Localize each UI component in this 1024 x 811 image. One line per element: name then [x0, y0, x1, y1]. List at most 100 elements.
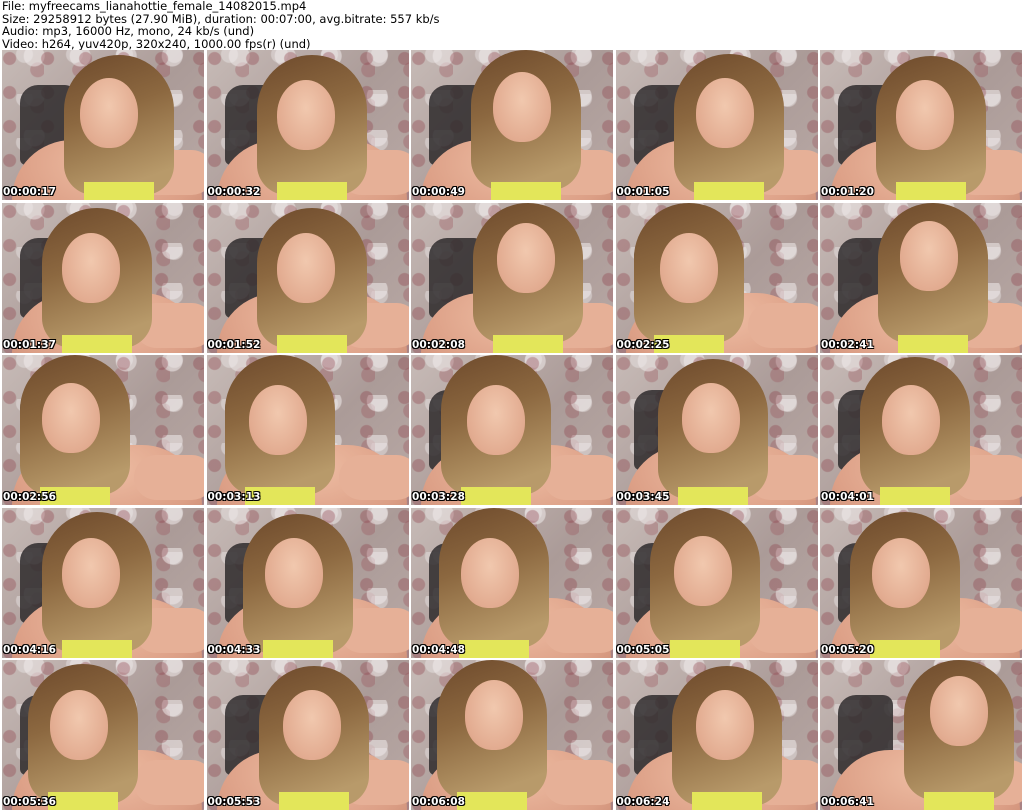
frame-timestamp: 00:06:08	[412, 796, 466, 808]
person-knee	[747, 302, 818, 348]
person-face	[80, 78, 138, 148]
yellow-top	[48, 792, 118, 810]
file-name-line: File: myfreecams_lianahottie_female_1408…	[2, 0, 307, 13]
person-face	[42, 383, 100, 453]
video-frame-thumbnail: 00:01:37	[2, 202, 204, 353]
frame-timestamp: 00:02:08	[412, 338, 466, 351]
person-knee	[543, 607, 613, 653]
yellow-top	[898, 334, 968, 353]
person-face	[930, 676, 988, 746]
video-frame-thumbnail: 00:06:24	[615, 660, 818, 810]
frame-timestamp: 00:00:17	[3, 186, 57, 198]
video-frame-thumbnail: 00:04:01	[820, 355, 1022, 505]
file-info-header: File: myfreecams_lianahottie_female_1408…	[2, 0, 1022, 50]
person-face	[50, 690, 108, 760]
yellow-top	[461, 487, 531, 505]
person-face	[900, 220, 958, 291]
video-frame-thumbnail: 00:02:25	[615, 202, 818, 353]
person-face	[659, 232, 718, 303]
frame-timestamp: 00:01:05	[616, 186, 670, 198]
frame-timestamp: 00:04:16	[3, 643, 57, 656]
video-frame-thumbnail: 00:00:17	[2, 50, 204, 200]
frame-timestamp: 00:06:24	[616, 796, 670, 808]
video-frame-thumbnail: 00:02:56	[2, 355, 204, 505]
thumbnail-grid: 00:00:17 00:00:32 00:00:49 00:01:05 00:01:20…	[2, 50, 1022, 810]
video-frame-thumbnail: 00:04:33	[206, 507, 409, 658]
frame-timestamp: 00:00:49	[412, 186, 466, 198]
person-knee	[543, 455, 613, 500]
person-face	[695, 78, 754, 148]
yellow-top	[669, 639, 740, 658]
audio-info-line: Audio: mp3, 16000 Hz, mono, 24 kb/s (und…	[2, 24, 255, 38]
video-frame-thumbnail: 00:05:20	[820, 507, 1022, 658]
frame-timestamp: 00:02:41	[821, 338, 875, 351]
frame-timestamp: 00:03:28	[412, 491, 466, 503]
frame-timestamp: 00:06:41	[821, 796, 875, 808]
yellow-top	[691, 792, 762, 810]
yellow-top	[493, 334, 563, 353]
yellow-top	[896, 182, 966, 200]
video-frame-thumbnail: 00:04:48	[411, 507, 613, 658]
video-frame-thumbnail: 00:03:28	[411, 355, 613, 505]
video-frame-thumbnail: 00:00:49	[411, 50, 613, 200]
frame-timestamp: 00:01:20	[821, 186, 875, 198]
yellow-top	[459, 639, 529, 658]
video-frame-thumbnail: 00:01:52	[206, 202, 409, 353]
yellow-top	[262, 639, 333, 658]
frame-timestamp: 00:02:25	[616, 338, 670, 351]
frame-timestamp: 00:05:20	[821, 643, 875, 656]
person-face	[882, 385, 940, 455]
frame-timestamp: 00:05:36	[3, 796, 57, 808]
video-frame-thumbnail: 00:00:32	[206, 50, 409, 200]
person-face	[276, 80, 335, 150]
person-knee	[952, 607, 1022, 653]
frame-timestamp: 00:00:32	[207, 186, 261, 198]
video-frame-thumbnail: 00:06:41	[820, 660, 1022, 810]
yellow-top	[276, 182, 347, 200]
frame-timestamp: 00:01:52	[207, 338, 261, 351]
frame-timestamp: 00:03:45	[616, 491, 670, 503]
person-face	[493, 72, 551, 142]
video-frame-thumbnail: 00:06:08	[411, 660, 613, 810]
video-frame-thumbnail: 00:02:41	[820, 202, 1022, 353]
yellow-top	[870, 639, 940, 658]
yellow-top	[693, 182, 764, 200]
video-frame-thumbnail: 00:03:45	[615, 355, 818, 505]
person-face	[461, 537, 519, 608]
video-frame-thumbnail: 00:01:05	[615, 50, 818, 200]
person-face	[62, 232, 120, 303]
person-face	[62, 537, 120, 608]
video-frame-thumbnail: 00:04:16	[2, 507, 204, 658]
person-face	[465, 680, 523, 750]
person-knee	[543, 760, 613, 805]
video-frame-thumbnail: 00:05:05	[615, 507, 818, 658]
frame-timestamp: 00:03:13	[207, 491, 261, 503]
person-face	[264, 537, 323, 608]
person-knee	[338, 455, 409, 500]
video-frame-thumbnail: 00:05:53	[206, 660, 409, 810]
yellow-top	[677, 487, 748, 505]
video-frame-thumbnail: 00:02:08	[411, 202, 613, 353]
person-face	[681, 383, 740, 453]
person-knee	[134, 455, 204, 500]
person-face	[497, 222, 555, 293]
person-knee	[134, 760, 204, 805]
frame-timestamp: 00:01:37	[3, 338, 57, 351]
frame-timestamp: 00:04:48	[412, 643, 466, 656]
person-face	[248, 385, 307, 455]
yellow-top	[924, 792, 994, 810]
yellow-top	[491, 182, 561, 200]
person-face	[673, 535, 732, 606]
yellow-top	[880, 487, 950, 505]
person-face	[282, 690, 341, 760]
frame-timestamp: 00:02:56	[3, 491, 57, 503]
person-face	[276, 232, 335, 303]
yellow-top	[457, 792, 527, 810]
person-face	[467, 385, 525, 455]
person-face	[896, 80, 954, 150]
yellow-top	[278, 792, 349, 810]
video-frame-thumbnail: 00:03:13	[206, 355, 409, 505]
yellow-top	[62, 639, 132, 658]
video-frame-thumbnail: 00:01:20	[820, 50, 1022, 200]
person-face	[872, 537, 930, 608]
